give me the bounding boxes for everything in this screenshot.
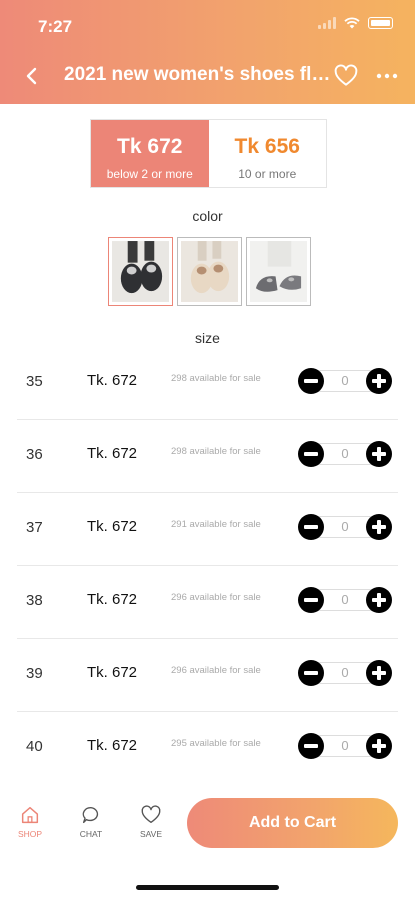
- quantity-stepper: 0: [298, 513, 392, 541]
- color-label: color: [192, 208, 223, 224]
- tier-quantity: below 2 or more: [106, 167, 193, 181]
- chat-tab-label: CHAT: [79, 829, 103, 839]
- tier-price: Tk 656: [234, 135, 300, 158]
- plus-circle-icon[interactable]: [366, 587, 392, 613]
- beige-shoe-image: [181, 241, 238, 302]
- ellipsis-icon[interactable]: [373, 64, 401, 88]
- size-number: 35: [26, 373, 43, 390]
- size-label: size: [195, 330, 220, 346]
- size-price: Tk. 672: [87, 518, 138, 535]
- shop-tab[interactable]: SHOP: [10, 804, 50, 839]
- size-price: Tk. 672: [87, 664, 138, 681]
- size-list: 35 Tk. 672 298 available for sale 0 36 T…: [0, 347, 415, 785]
- size-row: 38 Tk. 672 296 available for sale 0: [17, 566, 398, 639]
- plus-circle-icon[interactable]: [366, 368, 392, 394]
- availability-text: 298 available for sale: [171, 373, 261, 384]
- size-number: 39: [26, 665, 43, 682]
- minus-circle-icon[interactable]: [298, 441, 324, 467]
- size-price: Tk. 672: [87, 591, 138, 608]
- wifi-icon: [344, 17, 360, 29]
- add-to-cart-button[interactable]: Add to Cart: [187, 798, 398, 848]
- price-tier-selector: Tk 672 below 2 or more Tk 656 10 or more: [90, 119, 327, 188]
- grey-shoe-image: [250, 241, 307, 302]
- heart-outline-icon[interactable]: [333, 63, 359, 89]
- chat-tab[interactable]: CHAT: [71, 804, 111, 839]
- black-shoe-image: [112, 241, 169, 302]
- availability-text: 296 available for sale: [171, 665, 261, 676]
- header-bar: 7:27 2021 new women's shoes flat single …: [0, 0, 415, 104]
- status-time: 7:27: [38, 17, 73, 36]
- beige-shoe-swatch[interactable]: [177, 237, 242, 306]
- minus-circle-icon[interactable]: [298, 733, 324, 759]
- save-tab[interactable]: SAVE: [131, 804, 171, 839]
- quantity-stepper: 0: [298, 732, 392, 760]
- price-tier-1[interactable]: Tk 672 below 2 or more: [91, 120, 209, 187]
- cellular-signal-icon: [318, 17, 336, 29]
- color-swatches: [108, 237, 311, 306]
- size-row: 39 Tk. 672 296 available for sale 0: [17, 639, 398, 712]
- availability-text: 298 available for sale: [171, 446, 261, 457]
- bottom-action-bar: SHOP CHAT SAVE Add to Cart: [0, 780, 415, 900]
- minus-circle-icon[interactable]: [298, 587, 324, 613]
- minus-circle-icon[interactable]: [298, 368, 324, 394]
- tier-quantity: 10 or more: [238, 167, 297, 181]
- plus-circle-icon[interactable]: [366, 660, 392, 686]
- grey-shoe-swatch[interactable]: [246, 237, 311, 306]
- size-row: 36 Tk. 672 298 available for sale 0: [17, 420, 398, 493]
- shop-tab-label: SHOP: [17, 829, 43, 839]
- size-row: 40 Tk. 672 295 available for sale 0: [17, 712, 398, 785]
- size-number: 40: [26, 738, 43, 755]
- availability-text: 295 available for sale: [171, 738, 261, 749]
- minus-circle-icon[interactable]: [298, 514, 324, 540]
- plus-circle-icon[interactable]: [366, 441, 392, 467]
- size-price: Tk. 672: [87, 737, 138, 754]
- chat-bubble-icon: [82, 806, 99, 824]
- availability-text: 296 available for sale: [171, 592, 261, 603]
- availability-text: 291 available for sale: [171, 519, 261, 530]
- battery-icon: [368, 17, 393, 29]
- chevron-left-icon[interactable]: [20, 64, 44, 88]
- quantity-stepper: 0: [298, 659, 392, 687]
- status-icons: [318, 17, 393, 29]
- page-title: 2021 new women's shoes flat single shoes: [64, 64, 332, 85]
- size-number: 38: [26, 592, 43, 609]
- size-number: 37: [26, 519, 43, 536]
- minus-circle-icon[interactable]: [298, 660, 324, 686]
- home-icon: [21, 806, 39, 824]
- heart-outline-icon: [141, 805, 161, 824]
- size-number: 36: [26, 446, 43, 463]
- home-indicator: [136, 885, 279, 890]
- quantity-stepper: 0: [298, 440, 392, 468]
- plus-circle-icon[interactable]: [366, 733, 392, 759]
- save-tab-label: SAVE: [139, 829, 163, 839]
- price-tier-2[interactable]: Tk 656 10 or more: [209, 120, 327, 187]
- size-row: 37 Tk. 672 291 available for sale 0: [17, 493, 398, 566]
- size-price: Tk. 672: [87, 445, 138, 462]
- size-price: Tk. 672: [87, 372, 138, 389]
- quantity-stepper: 0: [298, 586, 392, 614]
- black-shoe-swatch[interactable]: [108, 237, 173, 306]
- size-row: 35 Tk. 672 298 available for sale 0: [17, 347, 398, 420]
- tier-price: Tk 672: [117, 135, 183, 158]
- quantity-stepper: 0: [298, 367, 392, 395]
- plus-circle-icon[interactable]: [366, 514, 392, 540]
